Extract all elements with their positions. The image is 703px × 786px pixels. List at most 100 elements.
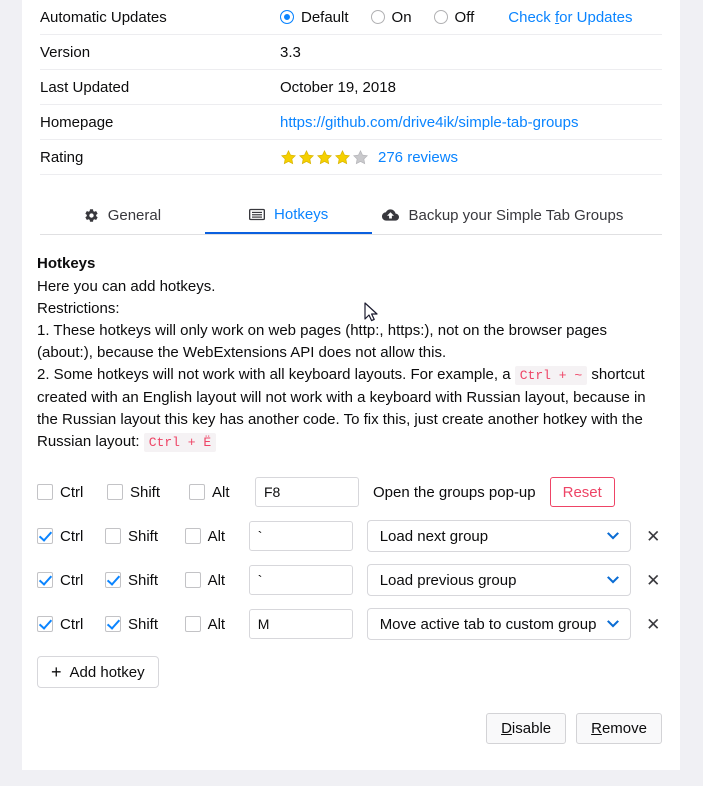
hotkey-3-remove-button[interactable]: ✕ (645, 572, 662, 589)
hotkey-1-ctrl-checkbox[interactable]: Ctrl (37, 484, 99, 501)
detail-label-automatic-updates: Automatic Updates (40, 8, 167, 26)
hotkey-2-key-input[interactable] (248, 521, 353, 551)
detail-label-rating: Rating (40, 148, 84, 166)
hotkey-row: Ctrl Shift Alt Move active tab to custom… (37, 602, 662, 646)
disable-button[interactable]: Disable (486, 713, 567, 744)
checkbox-label-ctrl: Ctrl (60, 483, 84, 501)
hotkey-1-key-input[interactable] (255, 477, 359, 507)
checkbox-label-ctrl: Ctrl (60, 571, 84, 589)
hotkey-3-ctrl-checkbox[interactable]: Ctrl (37, 572, 97, 589)
hotkey-2-alt-checkbox[interactable]: Alt (184, 527, 241, 545)
checkbox-box[interactable] (37, 528, 53, 544)
star-icon-empty-5 (352, 149, 369, 164)
hotkey-1-shift-checkbox[interactable]: Shift (107, 484, 181, 501)
hotkey-3-action-select[interactable]: Load previous group (366, 564, 631, 596)
tab-backup[interactable]: Backup your Simple Tab Groups (372, 196, 662, 234)
checkbox-label-alt: Alt (207, 527, 226, 545)
radio-option-on[interactable]: On (370, 8, 412, 26)
hotkey-list: Ctrl Shift Alt Open the groups pop-up Re… (37, 470, 662, 646)
hotkey-3-key-input[interactable] (248, 565, 353, 595)
detail-label-last-updated: Last Updated (40, 78, 130, 96)
checkbox-box[interactable] (189, 484, 205, 500)
detail-value-last-updated: October 19, 2018 (280, 78, 396, 96)
checkbox-box[interactable] (107, 484, 123, 500)
checkbox-box[interactable] (104, 616, 121, 632)
homepage-link[interactable]: https://github.com/drive4ik/simple-tab-g… (280, 114, 578, 131)
checkbox-label-ctrl: Ctrl (60, 615, 84, 633)
detail-row-homepage: Homepage https://github.com/drive4ik/sim… (40, 105, 662, 140)
automatic-updates-radio-group[interactable]: Default On Off (280, 9, 496, 26)
addon-detail-table: Automatic Updates Default On Off Check f… (40, 0, 662, 175)
radio-on-label: On (391, 8, 412, 26)
remove-button[interactable]: Remove (576, 713, 662, 744)
hotkey-2-shift-checkbox[interactable]: Shift (104, 527, 177, 545)
settings-tabs: General Hotkeys Backup your Simple Tab G… (40, 197, 662, 235)
checkbox-label-ctrl: Ctrl (60, 527, 84, 545)
tab-general-label: General (107, 206, 162, 224)
gear-icon (84, 208, 99, 223)
add-hotkey-button[interactable]: + Add hotkey (37, 656, 159, 688)
checkbox-label-alt: Alt (207, 571, 226, 589)
detail-row-automatic-updates: Automatic Updates Default On Off Check f… (40, 0, 662, 35)
star-icon-filled-3 (316, 149, 333, 164)
keyboard-icon (249, 208, 266, 221)
checkbox-label-alt: Alt (212, 483, 230, 501)
radio-on-indicator[interactable] (370, 10, 385, 24)
chevron-down-icon (606, 618, 620, 631)
chevron-down-icon (606, 530, 620, 543)
detail-label-homepage: Homepage (40, 113, 114, 131)
radio-off-indicator[interactable] (433, 10, 448, 24)
radio-option-off[interactable]: Off (433, 9, 474, 26)
tab-hotkeys[interactable]: Hotkeys (204, 196, 373, 234)
star-icon-filled-1 (280, 149, 297, 164)
hotkey-2-ctrl-checkbox[interactable]: Ctrl (37, 528, 97, 545)
chevron-down-icon (606, 574, 620, 587)
check-for-updates-link[interactable]: Check for Updates (508, 9, 632, 26)
checkbox-box[interactable] (104, 572, 121, 588)
radio-default-label: Default (301, 8, 349, 26)
hotkey-4-key-input[interactable] (248, 609, 353, 639)
code-ctrl-yo: Ctrl + Ë (143, 433, 217, 452)
hotkey-4-remove-button[interactable]: ✕ (645, 616, 662, 633)
hotkey-4-shift-checkbox[interactable]: Shift (104, 616, 177, 633)
hotkey-3-shift-checkbox[interactable]: Shift (104, 572, 177, 589)
checkbox-box[interactable] (104, 528, 121, 544)
radio-default-indicator[interactable] (280, 10, 294, 24)
addon-detail-card: Automatic Updates Default On Off Check f… (22, 0, 680, 770)
hotkey-2-action-select[interactable]: Load next group (366, 520, 631, 552)
hotkey-4-action-value: Move active tab to custom group (379, 615, 597, 633)
hotkey-row: Ctrl Shift Alt Open the groups pop-up Re… (37, 470, 662, 514)
reviews-link[interactable]: 276 reviews (378, 149, 458, 166)
tab-general[interactable]: General (40, 196, 205, 234)
hotkey-2-remove-button[interactable]: ✕ (645, 528, 662, 545)
detail-row-last-updated: Last Updated October 19, 2018 (40, 70, 662, 105)
checkbox-box[interactable] (184, 528, 201, 544)
detail-value-version: 3.3 (280, 43, 301, 61)
hotkey-1-reset-button[interactable]: Reset (549, 477, 615, 507)
detail-row-version: Version 3.3 (40, 35, 662, 70)
tab-hotkeys-label: Hotkeys (274, 205, 329, 223)
hotkey-4-action-select[interactable]: Move active tab to custom group (366, 608, 631, 640)
hotkey-1-alt-checkbox[interactable]: Alt (189, 484, 247, 501)
checkbox-box[interactable] (37, 572, 53, 588)
hotkey-row: Ctrl Shift Alt Load previous group (37, 558, 662, 602)
checkbox-box[interactable] (37, 616, 53, 632)
hotkey-3-alt-checkbox[interactable]: Alt (184, 571, 241, 589)
checkbox-box[interactable] (184, 616, 201, 632)
hotkey-4-alt-checkbox[interactable]: Alt (184, 615, 241, 633)
detail-label-version: Version (40, 43, 91, 61)
panel-restrictions-label: Restrictions: (37, 300, 120, 317)
code-ctrl-tilde: Ctrl + ~ (514, 366, 588, 385)
plus-icon: + (51, 662, 62, 682)
panel-rule-2-part-1: 2. Some hotkeys will not work with all k… (37, 366, 511, 383)
footer-actions: Disable Remove (486, 713, 662, 744)
checkbox-label-shift: Shift (130, 483, 161, 501)
radio-option-default[interactable]: Default (280, 9, 349, 26)
hotkey-4-ctrl-checkbox[interactable]: Ctrl (37, 616, 97, 633)
cloud-upload-icon (382, 208, 400, 222)
checkbox-label-alt: Alt (207, 615, 226, 633)
checkbox-label-shift: Shift (127, 527, 158, 545)
checkbox-box[interactable] (37, 484, 53, 500)
checkbox-box[interactable] (184, 572, 201, 588)
panel-rule-2: 2. Some hotkeys will not work with all k… (37, 364, 662, 454)
